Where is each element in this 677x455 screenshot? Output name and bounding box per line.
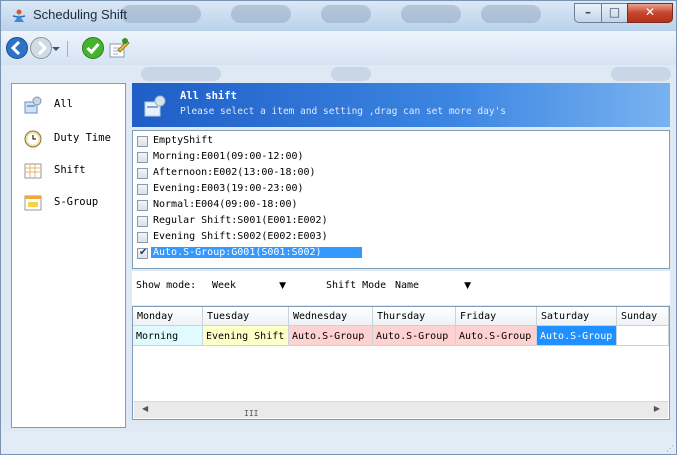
shift-checkbox[interactable] — [137, 168, 148, 179]
scroll-left-icon[interactable]: ◀ — [142, 404, 148, 413]
sidebar-item-label: All — [54, 98, 73, 110]
clock-icon — [24, 130, 42, 148]
sidebar-item-label: Shift — [54, 164, 86, 176]
shift-item-selected[interactable]: ✔ Auto.S-Group:G001(S001:S002) — [137, 246, 402, 261]
shift-mode-label: Shift Mode — [326, 280, 387, 291]
shift-label: Evening Shift:S002(E002:E003) — [153, 231, 328, 242]
shift-item[interactable]: Afternoon:E002(13:00-18:00) — [137, 166, 402, 181]
maximize-icon: □ — [608, 5, 621, 19]
column-header[interactable]: Monday — [133, 307, 203, 326]
shift-label: Auto.S-Group:G001(S001:S002) — [151, 247, 362, 258]
all-shifts-icon — [144, 95, 166, 117]
edit-icon[interactable] — [107, 36, 131, 60]
week-grid: Monday Tuesday Wednesday Thursday Friday… — [132, 306, 670, 420]
show-mode-value: Week — [212, 280, 237, 291]
header-banner: All shift Please select a item and setti… — [132, 83, 670, 127]
day-cell-wednesday[interactable]: Auto.S-Group — [289, 326, 373, 346]
chevron-down-icon: ▼ — [464, 281, 471, 291]
window-title: Scheduling Shift — [33, 7, 127, 22]
resize-grip-icon[interactable]: ⋰ — [666, 444, 674, 453]
shift-label: Afternoon:E002(13:00-18:00) — [153, 167, 316, 178]
shift-checkbox[interactable] — [137, 136, 148, 147]
shift-list: EmptyShift Morning:E001(09:00-12:00) Aft… — [132, 130, 670, 269]
scroll-right-icon[interactable]: ▶ — [654, 404, 660, 413]
shift-checkbox[interactable] — [137, 152, 148, 163]
shift-item[interactable]: Morning:E001(09:00-12:00) — [137, 150, 402, 165]
shift-mode-select[interactable]: Name ▼ — [393, 278, 473, 295]
shift-item[interactable]: Normal:E004(09:00-18:00) — [137, 198, 402, 213]
minimize-icon: – — [585, 5, 591, 19]
show-mode-label: Show mode: — [136, 280, 197, 291]
shift-group-icon — [24, 195, 42, 211]
shift-label: Evening:E003(19:00-23:00) — [153, 183, 304, 194]
mode-bar: Show mode: Week ▼ Shift Mode Name ▼ — [132, 271, 670, 305]
title-bar[interactable]: Scheduling Shift – □ ✕ — [1, 1, 676, 31]
banner-subtitle: Please select a item and setting ,drag c… — [180, 106, 507, 117]
column-header[interactable]: Thursday — [373, 307, 456, 326]
content-area: All Duty Time Shift S-Group All shift Pl… — [1, 65, 676, 431]
day-cell-sunday[interactable] — [617, 326, 669, 346]
shift-label: Normal:E004(09:00-18:00) — [153, 199, 298, 210]
shift-label: Regular Shift:S001(E001:E002) — [153, 215, 328, 226]
day-cell-friday[interactable]: Auto.S-Group — [456, 326, 537, 346]
close-button[interactable]: ✕ — [627, 3, 673, 23]
all-shifts-icon — [24, 96, 42, 114]
sidebar-item-all[interactable]: All — [18, 94, 122, 116]
sidebar-item-label: Duty Time — [54, 132, 111, 144]
shift-item[interactable]: Evening Shift:S002(E002:E003) — [137, 230, 402, 245]
status-bar: ⋰ — [1, 431, 676, 454]
column-header[interactable]: Tuesday — [203, 307, 289, 326]
minimize-button[interactable]: – — [574, 3, 602, 23]
back-icon[interactable] — [5, 36, 29, 60]
shift-checkbox-checked[interactable]: ✔ — [137, 247, 148, 259]
toolbar-separator — [67, 41, 68, 57]
scroll-thumb[interactable]: III — [244, 409, 258, 418]
sidebar: All Duty Time Shift S-Group — [11, 83, 126, 428]
column-header[interactable]: Wednesday — [289, 307, 373, 326]
shift-item[interactable]: EmptyShift — [137, 134, 402, 149]
show-mode-select[interactable]: Week ▼ — [210, 278, 288, 295]
sidebar-item-s-group[interactable]: S-Group — [18, 192, 122, 214]
day-cell-monday[interactable]: Morning — [133, 326, 203, 346]
column-header[interactable]: Friday — [456, 307, 537, 326]
column-header[interactable]: Saturday — [537, 307, 617, 326]
maximize-button[interactable]: □ — [601, 3, 628, 23]
main-panel: All shift Please select a item and setti… — [132, 83, 670, 428]
shift-checkbox[interactable] — [137, 216, 148, 227]
chevron-down-icon: ▼ — [279, 281, 286, 291]
dropdown-arrow-icon[interactable] — [49, 36, 63, 60]
column-header[interactable]: Sunday — [617, 307, 669, 326]
shift-mode-value: Name — [395, 280, 420, 291]
checkmark-icon: ✔ — [139, 247, 148, 258]
banner-title: All shift — [180, 90, 237, 102]
shift-label: EmptyShift — [153, 135, 214, 146]
shift-checkbox[interactable] — [137, 200, 148, 211]
sidebar-item-label: S-Group — [54, 196, 99, 208]
shift-label: Morning:E001(09:00-12:00) — [153, 151, 304, 162]
app-icon — [12, 9, 26, 22]
sidebar-item-shift[interactable]: Shift — [18, 160, 122, 182]
check-icon[interactable] — [81, 36, 105, 60]
day-cell-tuesday[interactable]: Evening Shift — [203, 326, 289, 346]
toolbar — [1, 31, 676, 65]
sidebar-item-duty-time[interactable]: Duty Time — [18, 128, 122, 150]
shift-item[interactable]: Evening:E003(19:00-23:00) — [137, 182, 402, 197]
shift-grid-icon — [24, 163, 42, 179]
close-icon: ✕ — [644, 5, 656, 19]
horizontal-scrollbar[interactable]: ◀ III ▶ — [134, 401, 668, 418]
shift-item[interactable]: Regular Shift:S001(E001:E002) — [137, 214, 402, 229]
app-window: Scheduling Shift – □ ✕ All Duty Time Shi… — [0, 0, 677, 455]
shift-checkbox[interactable] — [137, 184, 148, 195]
day-cell-thursday[interactable]: Auto.S-Group — [373, 326, 456, 346]
shift-checkbox[interactable] — [137, 232, 148, 243]
day-cell-saturday[interactable]: Auto.S-Group — [537, 326, 617, 346]
